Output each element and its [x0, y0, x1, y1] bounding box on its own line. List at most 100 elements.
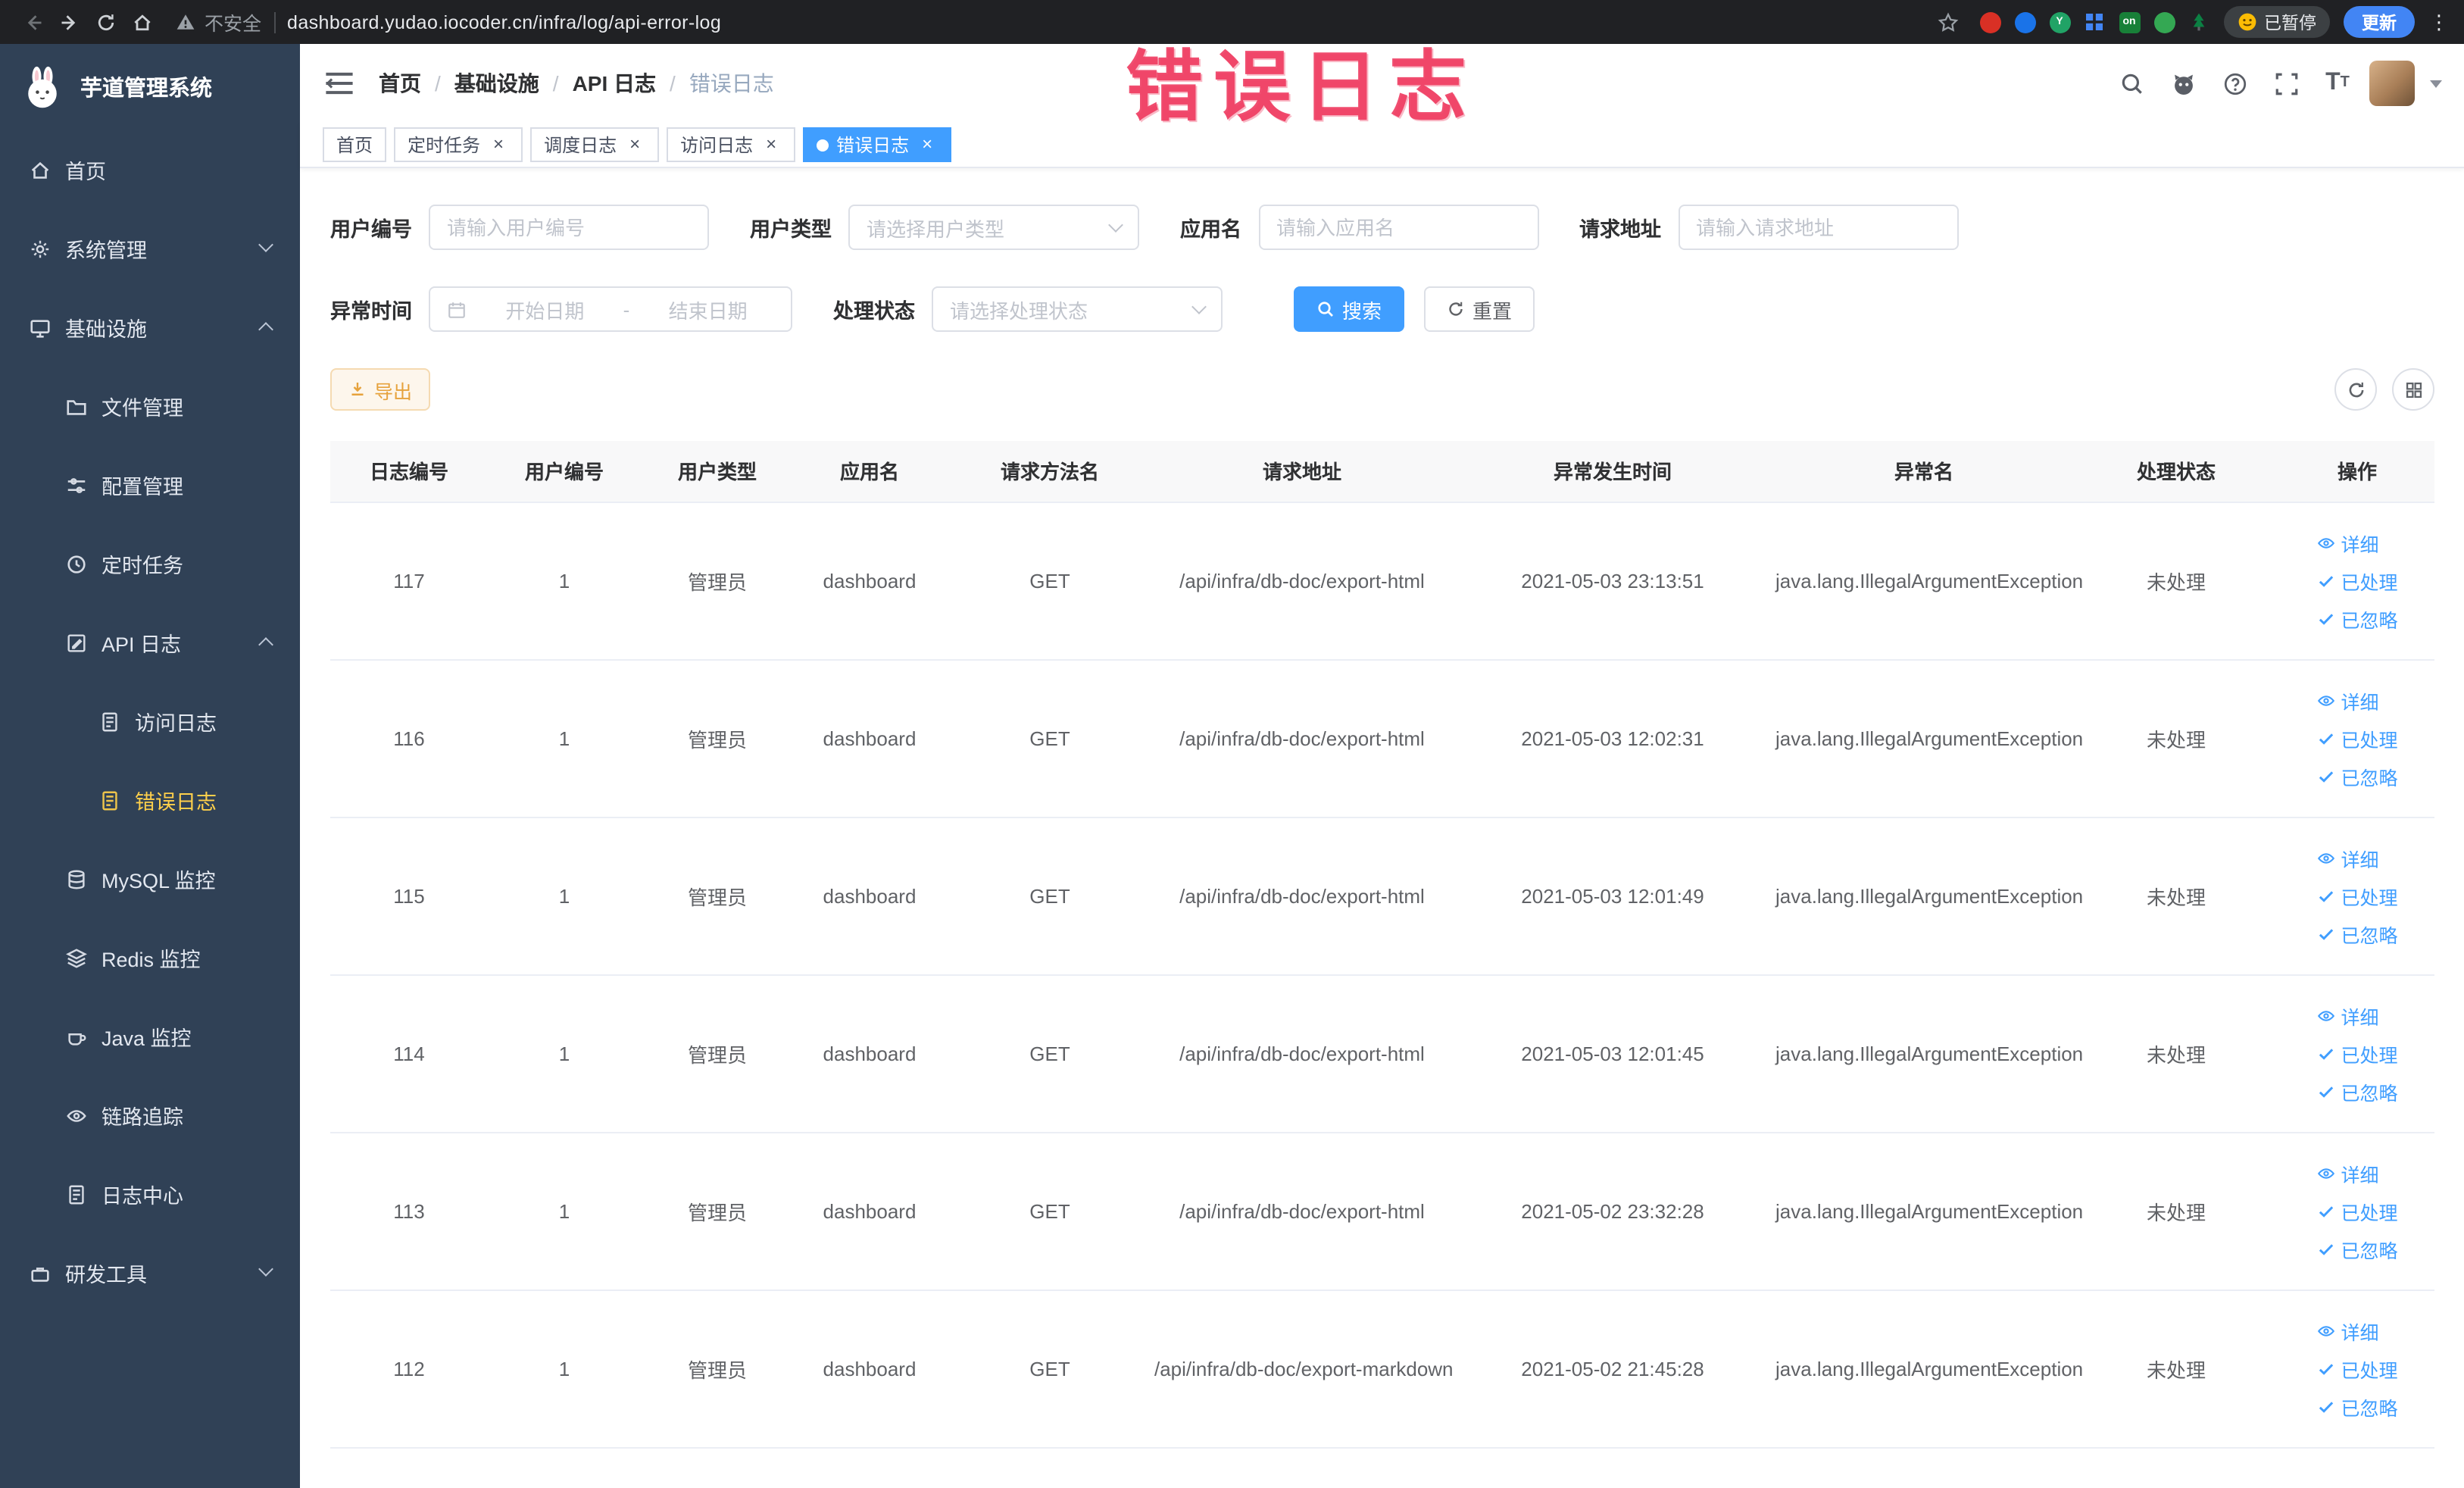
mark-processed-link[interactable]: 已处理 — [2316, 724, 2398, 752]
search-icon[interactable] — [2112, 64, 2151, 103]
detail-link[interactable]: 详细 — [2316, 1316, 2379, 1345]
app-name-input[interactable] — [1258, 205, 1538, 250]
user-avatar[interactable] — [2369, 61, 2415, 106]
request-url-input[interactable] — [1678, 205, 1958, 250]
extension-tree-icon[interactable] — [2188, 11, 2209, 33]
sidebar-item-log-center[interactable]: 日志中心 — [0, 1155, 300, 1233]
detail-link[interactable]: 详细 — [2316, 686, 2379, 714]
refresh-button[interactable] — [2334, 368, 2377, 411]
breadcrumb-item[interactable]: 首页 — [379, 68, 421, 98]
update-button[interactable]: 更新 — [2344, 6, 2415, 38]
cell-method: GET — [945, 1132, 1154, 1290]
extension-on-badge[interactable]: on — [2119, 11, 2140, 33]
tab-schedule-log[interactable]: 调度日志 × — [530, 127, 660, 162]
user-type-select[interactable]: 请选择用户类型 — [848, 205, 1139, 250]
extension-icon[interactable] — [2153, 11, 2175, 33]
reset-button[interactable]: 重置 — [1424, 286, 1535, 332]
check-icon — [2319, 1205, 2334, 1217]
mark-processed-link[interactable]: 已处理 — [2316, 881, 2398, 910]
sidebar-item-tracing[interactable]: 链路追踪 — [0, 1076, 300, 1155]
mark-processed-link[interactable]: 已处理 — [2316, 566, 2398, 595]
sidebar-item-infrastructure[interactable]: 基础设施 — [0, 288, 300, 367]
back-icon[interactable] — [15, 5, 52, 39]
mark-ignored-link[interactable]: 已忽略 — [2316, 604, 2398, 633]
menu-kebab-icon[interactable]: ⋮ — [2428, 10, 2450, 34]
refresh-icon[interactable] — [88, 5, 124, 39]
eye-icon — [2318, 852, 2335, 863]
sidebar-item-mysql-monitor[interactable]: MySQL 监控 — [0, 839, 300, 918]
sidebar-item-config-management[interactable]: 配置管理 — [0, 445, 300, 524]
user-id-input[interactable] — [429, 205, 709, 250]
sidebar-item-redis-monitor[interactable]: Redis 监控 — [0, 918, 300, 997]
mark-processed-link[interactable]: 已处理 — [2316, 1196, 2398, 1225]
site-security-chip[interactable]: 不安全 — [176, 8, 261, 36]
column-settings-button[interactable] — [2392, 368, 2434, 411]
breadcrumb-separator: / — [670, 71, 676, 95]
avatar-caret-icon[interactable] — [2430, 80, 2442, 87]
mark-ignored-link[interactable]: 已忽略 — [2316, 1392, 2398, 1421]
mark-ignored-link[interactable]: 已忽略 — [2316, 761, 2398, 790]
clock-icon — [67, 555, 86, 573]
extension-grid-icon[interactable] — [2084, 11, 2105, 33]
cell-actions: 详细 已处理 已忽略 — [2280, 1132, 2434, 1290]
cell-user-type: 管理员 — [641, 817, 794, 975]
tab-close-icon[interactable]: × — [624, 133, 645, 155]
tab-access-log[interactable]: 访问日志 × — [667, 127, 796, 162]
cell-exception-time: 2021-05-02 23:32:28 — [1450, 1132, 1775, 1290]
cell-actions: 详细 已处理 已忽略 — [2280, 502, 2434, 660]
tab-home[interactable]: 首页 — [323, 127, 387, 162]
hamburger-icon[interactable] — [323, 67, 356, 100]
breadcrumb-item[interactable]: 基础设施 — [454, 68, 539, 98]
sidebar-item-access-log[interactable]: 访问日志 — [0, 682, 300, 761]
mark-ignored-link[interactable]: 已忽略 — [2316, 1077, 2398, 1105]
tab-error-log[interactable]: 错误日志 × — [803, 127, 952, 162]
end-date-placeholder[interactable]: 结束日期 — [642, 295, 774, 324]
mark-ignored-link[interactable]: 已忽略 — [2316, 919, 2398, 948]
check-icon — [2319, 771, 2334, 782]
table-row: 115 1 管理员 dashboard GET /api/infra/db-do… — [330, 817, 2434, 975]
github-icon[interactable] — [2163, 64, 2203, 103]
sidebar-item-java-monitor[interactable]: Java 监控 — [0, 997, 300, 1076]
help-icon[interactable] — [2215, 64, 2254, 103]
date-range-picker[interactable]: 开始日期 - 结束日期 — [429, 286, 792, 332]
mark-ignored-link[interactable]: 已忽略 — [2316, 1234, 2398, 1263]
sidebar-item-file-management[interactable]: 文件管理 — [0, 367, 300, 445]
tab-close-icon[interactable]: × — [917, 133, 938, 155]
tab-scheduled-jobs[interactable]: 定时任务 × — [394, 127, 523, 162]
extension-icon[interactable] — [2014, 11, 2035, 33]
forward-icon[interactable] — [52, 5, 88, 39]
sidebar-item-system[interactable]: 系统管理 — [0, 209, 300, 288]
process-status-select[interactable]: 请选择处理状态 — [932, 286, 1223, 332]
check-icon — [2319, 1086, 2334, 1097]
search-button[interactable]: 搜索 — [1294, 286, 1405, 332]
detail-link[interactable]: 详细 — [2316, 1158, 2379, 1187]
sidebar-item-home[interactable]: 首页 — [0, 130, 300, 209]
start-date-placeholder[interactable]: 开始日期 — [479, 295, 611, 324]
extension-icon[interactable] — [1979, 11, 2000, 33]
home-icon[interactable] — [124, 5, 161, 39]
export-button[interactable]: 导出 — [330, 368, 431, 411]
app-logo[interactable]: 芋道管理系统 — [0, 44, 300, 130]
extension-icon[interactable]: Y — [2049, 11, 2070, 33]
bookmark-star-icon[interactable] — [1929, 5, 1966, 39]
detail-link[interactable]: 详细 — [2316, 843, 2379, 872]
sidebar-item-error-log[interactable]: 错误日志 — [0, 761, 300, 839]
paused-badge[interactable]: 已暂停 — [2223, 6, 2330, 38]
mark-processed-link[interactable]: 已处理 — [2316, 1354, 2398, 1383]
cell-user-type: 管理员 — [641, 974, 794, 1133]
fullscreen-icon[interactable] — [2266, 64, 2306, 103]
cell-request-url: /api/infra/db-doc/export-html — [1154, 502, 1450, 660]
address-url[interactable]: dashboard.yudao.iocoder.cn/infra/log/api… — [287, 11, 721, 33]
detail-link[interactable]: 详细 — [2316, 1001, 2379, 1030]
tab-close-icon[interactable]: × — [760, 133, 782, 155]
tab-close-icon[interactable]: × — [488, 133, 509, 155]
mark-processed-link[interactable]: 已处理 — [2316, 1039, 2398, 1068]
detail-link[interactable]: 详细 — [2316, 528, 2379, 557]
sidebar-item-scheduled-jobs[interactable]: 定时任务 — [0, 524, 300, 603]
breadcrumb-item[interactable]: API 日志 — [573, 68, 656, 98]
app-title: 芋道管理系统 — [80, 77, 212, 102]
sidebar-item-dev-tools[interactable]: 研发工具 — [0, 1233, 300, 1312]
sidebar-item-api-log[interactable]: API 日志 — [0, 603, 300, 682]
font-size-icon[interactable]: TT — [2318, 64, 2357, 103]
sidebar-menu: 首页 系统管理 基础设施 文件管理 配置管理 定时任务 API 日志 访问日志 … — [0, 130, 300, 1312]
